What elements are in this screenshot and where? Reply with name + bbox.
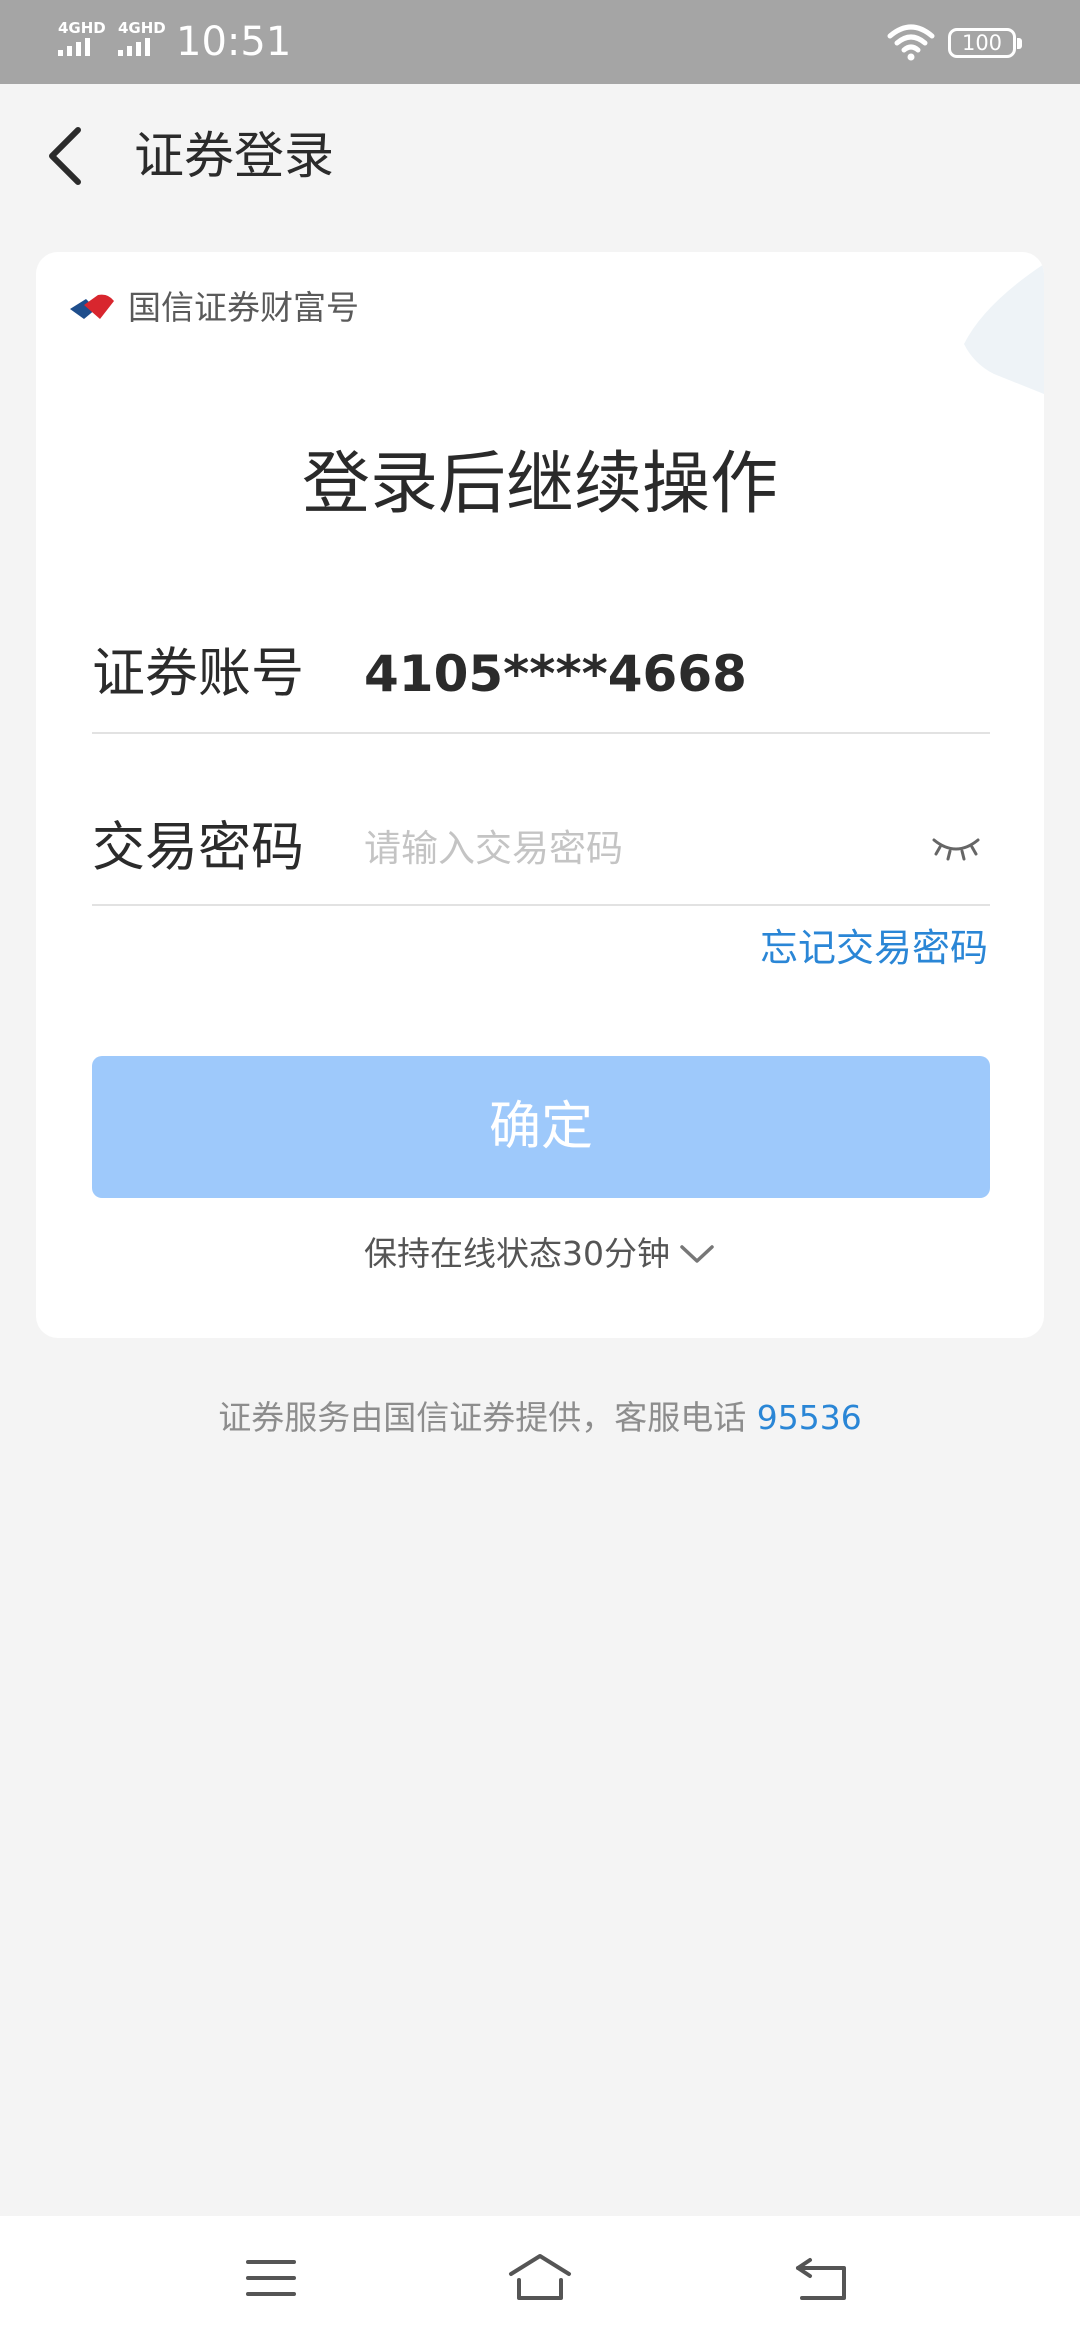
home-icon[interactable] (505, 2248, 575, 2308)
system-nav-bar (0, 2216, 1080, 2340)
brand: 国信证券财富号 (68, 288, 359, 328)
signal-1: 4GHD (58, 20, 106, 56)
signal-bars-icon (58, 38, 90, 56)
status-bar: 4GHD 4GHD 10:51 100 (0, 0, 1080, 84)
back-nav-icon[interactable] (788, 2248, 858, 2308)
eye-closed-icon[interactable] (930, 828, 982, 868)
service-phone-link[interactable]: 95536 (757, 1398, 862, 1437)
stay-online-selector[interactable]: 保持在线状态30分钟 (36, 1230, 1044, 1278)
network-type-2: 4GHD (118, 19, 166, 37)
page-title: 证券登录 (134, 127, 334, 185)
login-headline: 登录后继续操作 (301, 445, 778, 524)
wifi-icon (887, 24, 935, 61)
signal-bars-icon (118, 38, 150, 56)
status-time: 10:51 (176, 19, 292, 65)
service-note-text: 证券服务由国信证券提供，客服电话 (218, 1398, 747, 1437)
card-decoration (964, 264, 1044, 394)
brand-name: 国信证券财富号 (128, 288, 359, 327)
confirm-button[interactable]: 确定 (92, 1056, 990, 1198)
account-label: 证券账号 (92, 643, 304, 704)
signal-2: 4GHD (118, 20, 166, 56)
battery-indicator: 100 (948, 28, 1022, 58)
network-type-1: 4GHD (58, 19, 106, 37)
menu-icon[interactable] (236, 2248, 306, 2308)
login-card: 国信证券财富号 登录后继续操作 证券账号 4105****4668 交易密码 忘… (36, 252, 1044, 1338)
stay-online-label: 保持在线状态30分钟 (364, 1234, 670, 1273)
forgot-password-link[interactable]: 忘记交易密码 (760, 922, 988, 974)
account-value[interactable]: 4105****4668 (364, 642, 747, 706)
service-note: 证券服务由国信证券提供，客服电话 95536 (0, 1394, 1080, 1442)
password-label: 交易密码 (92, 817, 304, 878)
brand-logo-icon (70, 294, 114, 319)
password-field: 交易密码 (92, 794, 990, 906)
account-field: 证券账号 4105****4668 (92, 622, 990, 734)
back-button[interactable] (36, 116, 96, 196)
chevron-down-icon (680, 1245, 714, 1263)
password-input[interactable] (364, 816, 904, 880)
